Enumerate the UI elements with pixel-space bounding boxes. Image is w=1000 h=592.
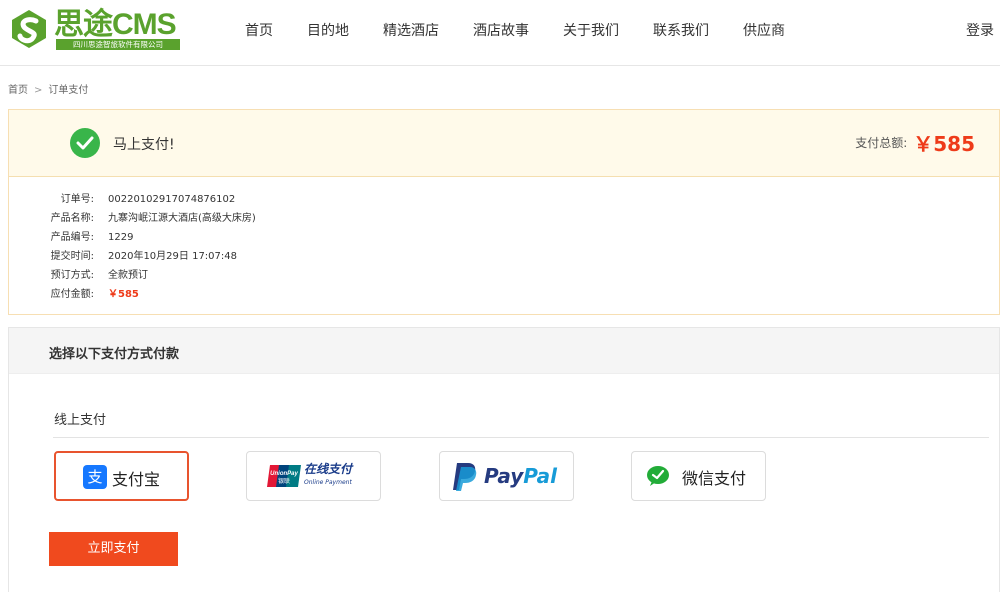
login-link[interactable]: 登录 [966,0,994,62]
payment-option-wechat[interactable]: 微信支付 [631,451,766,501]
paypal-icon [453,463,477,491]
order-info-row: 订单号: 00220102917074876102 [9,190,999,209]
payment-option-paypal[interactable]: PayPal [439,451,574,501]
divider [53,437,989,438]
nav-item-hotels[interactable]: 精选酒店 [366,0,456,66]
site-header: 思途CMS 四川思途智旅软件有限公司 首页 目的地 精选酒店 酒店故事 关于我们… [0,0,1000,66]
paypal-label-pal: Pal [523,464,558,488]
amount-due-value: ￥585 [108,289,139,300]
order-number-value: 00220102917074876102 [108,194,236,205]
alipay-icon: 支 [83,465,107,489]
logo-mark-icon [12,10,46,48]
submit-time-label: 提交时间: [50,251,94,262]
alipay-label: 支付宝 [112,470,161,489]
booking-method-label: 预订方式: [50,270,94,281]
order-number-label: 订单号: [60,194,94,205]
wechat-pay-icon [647,466,669,486]
order-info-row: 产品名称: 九寨沟岷江源大酒店(高级大床房) [9,209,999,228]
pay-now-button[interactable]: 立即支付 [49,532,178,566]
amount-due-label: 应付金额: [50,289,94,300]
online-payment-label: 线上支付 [54,413,107,428]
booking-method-value: 全款预订 [108,270,148,281]
payment-title-bar: 选择以下支付方式付款 [9,328,999,374]
unionpay-logo-bottom: 银联 [278,477,290,485]
logo-text: 思途CMS [54,8,177,41]
main-nav: 首页 目的地 精选酒店 酒店故事 关于我们 联系我们 供应商 [228,0,802,66]
payment-option-alipay[interactable]: 支 支付宝 [54,451,189,501]
payment-option-unionpay[interactable]: UnionPay 银联 在线支付 Online Payment [246,451,381,501]
nav-item-supplier[interactable]: 供应商 [726,0,802,66]
paypal-label-pay: Pay [484,464,524,488]
order-info: 订单号: 00220102917074876102 产品名称: 九寨沟岷江源大酒店(… [9,190,999,304]
nav-item-about[interactable]: 关于我们 [546,0,636,66]
unionpay-label: 在线支付 [304,462,353,476]
success-message: 马上支付! [113,137,175,153]
breadcrumb-current: 订单支付 [48,85,89,96]
success-banner: 马上支付! 支付总额: ￥585 [9,110,999,177]
paypal-label: PayPal [484,464,557,488]
payment-title: 选择以下支付方式付款 [49,347,180,362]
product-name-value: 九寨沟岷江源大酒店(高级大床房) [108,213,256,224]
order-summary-box: 马上支付! 支付总额: ￥585 订单号: 00220102917074876102… [8,109,1000,315]
total-value: ￥585 [913,132,975,156]
check-icon [70,128,100,158]
submit-time-value: 2020年10月29日 17:07:48 [108,251,237,262]
order-info-row: 产品编号: 1229 [9,228,999,247]
unionpay-logo-top: UnionPay [270,471,298,477]
unionpay-icon: UnionPay 银联 [267,465,301,487]
payment-section: 选择以下支付方式付款 线上支付 支 支付宝 UnionPay 银联 在线支付 O… [8,327,1000,592]
logo-subtitle: 四川思途智旅软件有限公司 [56,39,180,50]
breadcrumb-separator: > [34,85,43,96]
site-logo[interactable]: 思途CMS 四川思途智旅软件有限公司 [8,8,180,54]
nav-item-home[interactable]: 首页 [228,0,290,66]
order-info-row: 提交时间: 2020年10月29日 17:07:48 [9,247,999,266]
nav-item-hotel-stories[interactable]: 酒店故事 [456,0,546,66]
nav-item-contact[interactable]: 联系我们 [636,0,726,66]
total-label: 支付总额: [855,136,908,150]
wechat-pay-label: 微信支付 [682,469,747,488]
product-name-label: 产品名称: [50,213,94,224]
total-amount: 支付总额: ￥585 [855,128,975,157]
nav-item-destination[interactable]: 目的地 [290,0,366,66]
product-code-value: 1229 [108,232,134,243]
breadcrumb-home[interactable]: 首页 [8,85,28,96]
breadcrumb: 首页 > 订单支付 [8,81,88,96]
order-info-row: 预订方式: 全款预订 [9,266,999,285]
unionpay-sublabel: Online Payment [304,479,352,486]
product-code-label: 产品编号: [50,232,94,243]
order-info-row: 应付金额: ￥585 [9,285,999,304]
